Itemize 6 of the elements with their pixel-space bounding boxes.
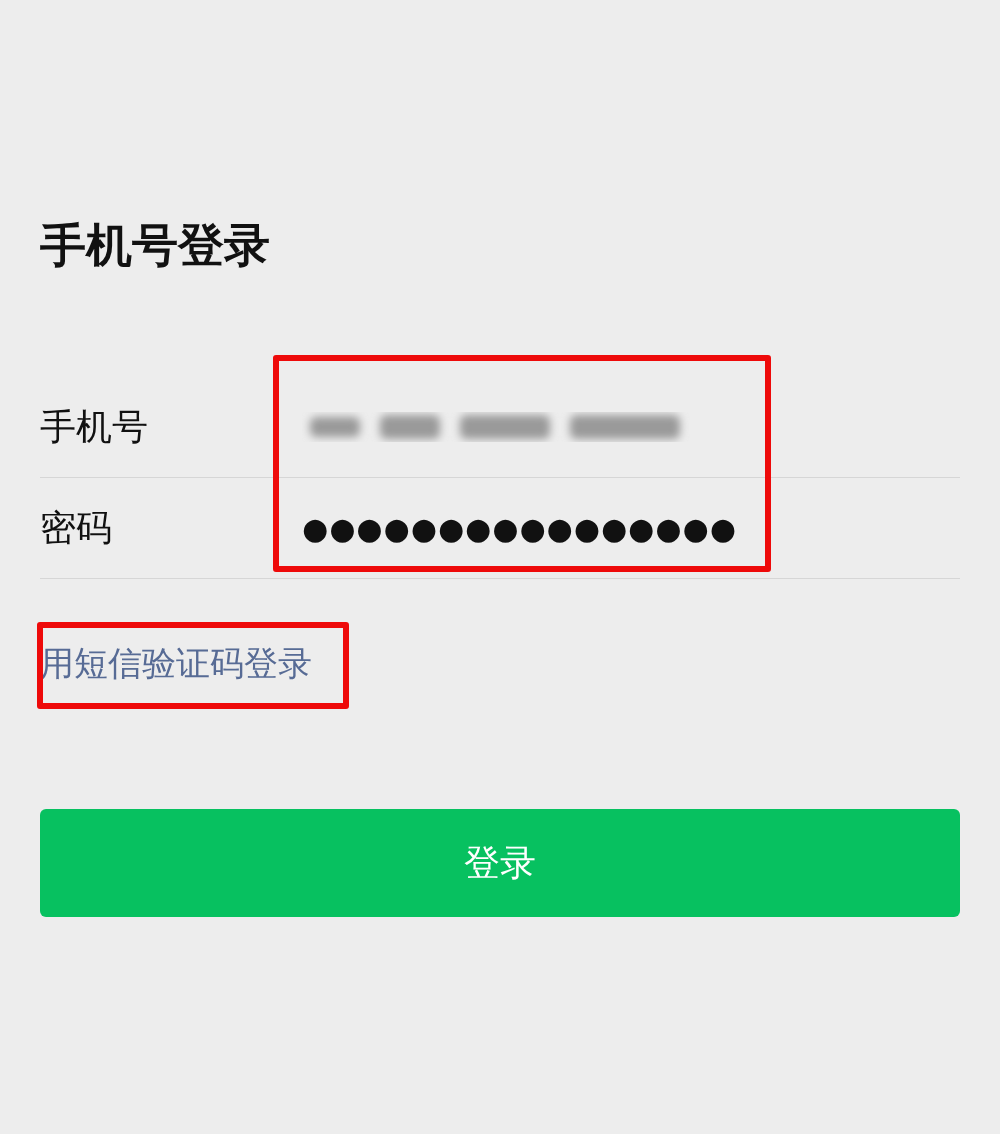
page-title: 手机号登录 bbox=[40, 217, 271, 274]
login-button[interactable]: 登录 bbox=[40, 809, 960, 917]
password-field[interactable]: ●●●●●●●●●●●●●●●● bbox=[302, 510, 737, 546]
field-label: 手机号 bbox=[40, 404, 149, 449]
sms-login-link[interactable]: 用短信验证码登录 bbox=[40, 641, 312, 687]
field-label: 密码 bbox=[40, 505, 113, 550]
